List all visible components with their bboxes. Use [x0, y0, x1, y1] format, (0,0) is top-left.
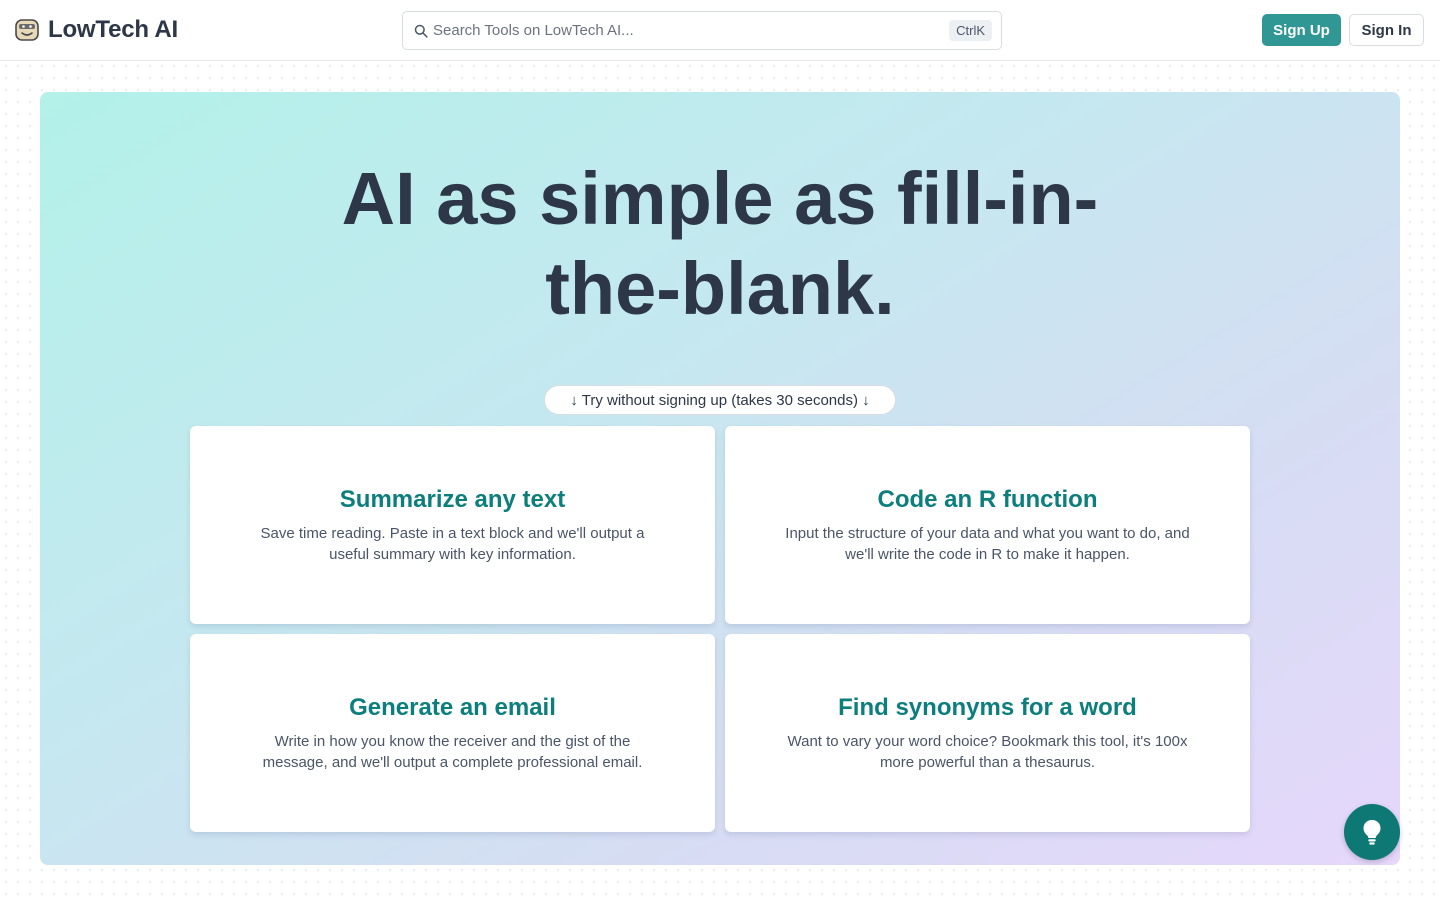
card-description: Save time reading. Paste in a text block… — [260, 524, 645, 563]
search-icon — [414, 24, 428, 38]
tool-card-r-function[interactable]: Code an R function Input the structure o… — [725, 426, 1250, 624]
card-description: Want to vary your word choice? Bookmark … — [787, 732, 1188, 771]
tool-card-email[interactable]: Generate an email Write in how you know … — [190, 634, 715, 832]
sign-up-button[interactable]: Sign Up — [1262, 14, 1341, 46]
tool-card-synonyms[interactable]: Find synonyms for a word Want to vary yo… — [725, 634, 1250, 832]
logo-text: LowTech AI — [48, 16, 179, 43]
card-title: Generate an email — [349, 693, 556, 721]
sign-in-button[interactable]: Sign In — [1349, 14, 1424, 46]
lightbulb-icon — [1363, 820, 1381, 845]
search-box[interactable]: CtrlK — [402, 11, 1002, 50]
search-input[interactable] — [433, 12, 933, 49]
tool-card-summarize[interactable]: Summarize any text Save time reading. Pa… — [190, 426, 715, 624]
logo-link[interactable]: LowTech AI — [14, 15, 178, 45]
feedback-button[interactable] — [1344, 804, 1400, 860]
card-title: Find synonyms for a word — [838, 693, 1137, 721]
hero-section: AI as simple as fill-in-the-blank. ↓ Try… — [40, 92, 1400, 865]
card-description: Input the structure of your data and wha… — [785, 524, 1190, 563]
card-title: Summarize any text — [339, 485, 566, 513]
robot-face-icon — [15, 19, 39, 41]
card-description: Write in how you know the receiver and t… — [262, 732, 643, 771]
search-shortcut-badge: CtrlK — [949, 20, 992, 41]
card-title: Code an R function — [877, 485, 1098, 513]
hero-title: AI as simple as fill-in-the-blank. — [341, 157, 1099, 330]
top-nav: LowTech AI CtrlK Sign Up Sign In — [0, 0, 1440, 61]
try-without-signup-pill: ↓ Try without signing up (takes 30 secon… — [544, 385, 896, 415]
